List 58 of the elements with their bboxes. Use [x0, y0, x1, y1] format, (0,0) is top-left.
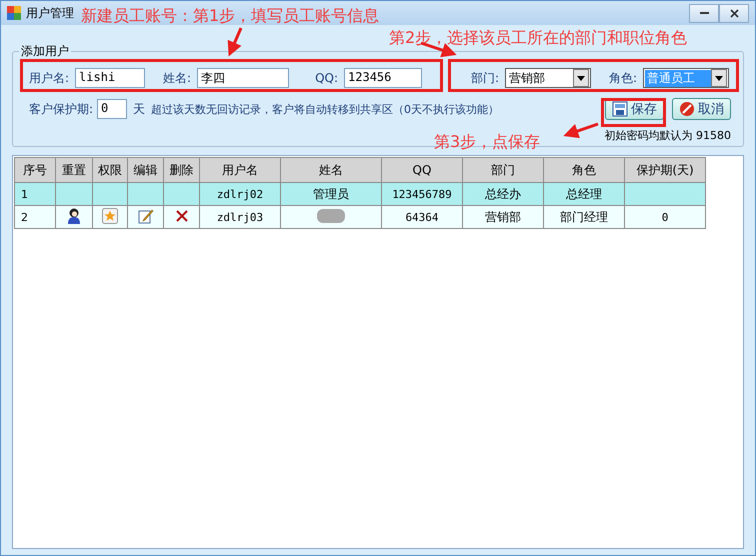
- field-label: 角色:: [609, 70, 638, 86]
- column-header[interactable]: 权限: [92, 158, 128, 182]
- table-row[interactable]: 1 zdlrj02 管理员 123456789 总经办 总经理: [14, 182, 706, 206]
- input-field[interactable]: 123456: [344, 68, 422, 88]
- close-button[interactable]: [719, 4, 749, 22]
- input-field[interactable]: 0: [97, 99, 128, 119]
- unit-label: 天: [133, 100, 146, 118]
- highlight-frame: [601, 98, 666, 127]
- table-cell: 部门经理: [544, 206, 624, 228]
- caret-icon: [577, 76, 586, 80]
- column-header[interactable]: 重置: [56, 158, 92, 182]
- window-title: 用户管理: [26, 4, 74, 22]
- column-header[interactable]: 编辑: [128, 158, 164, 182]
- input-field[interactable]: lishi: [75, 68, 146, 88]
- arrow: [563, 122, 598, 138]
- dropdown[interactable]: 营销部: [505, 68, 592, 88]
- dropdown-value: 普通员工: [645, 70, 712, 86]
- dropdown-value: 营销部: [508, 70, 546, 86]
- input-field[interactable]: 李四: [197, 68, 290, 88]
- app-icon: [7, 6, 21, 20]
- caret-icon: [715, 76, 724, 80]
- table-cell: 0: [624, 206, 706, 228]
- person-icon[interactable]: [67, 208, 81, 224]
- close-icon: [730, 8, 738, 18]
- arrow: [228, 27, 242, 56]
- edit-icon[interactable]: [138, 208, 154, 224]
- annotation: 第3步，点保存: [434, 132, 540, 153]
- column-header[interactable]: 删除: [164, 158, 200, 182]
- save-icon: [612, 101, 628, 117]
- field-label: 姓名:: [163, 70, 192, 86]
- column-header[interactable]: 部门: [462, 158, 544, 182]
- protection-note: 超过该天数无回访记录，客户将自动转移到共享区（0天不执行该功能）: [151, 102, 500, 116]
- delete-icon[interactable]: [174, 208, 188, 222]
- table-cell: 64364: [382, 206, 462, 228]
- column-header[interactable]: 角色: [544, 158, 624, 182]
- group-title: 添加用户: [20, 43, 70, 60]
- column-header[interactable]: QQ: [382, 158, 462, 182]
- column-header[interactable]: 序号: [14, 158, 56, 182]
- column-header[interactable]: 保护期(天): [624, 158, 706, 182]
- table-cell: 2: [14, 206, 56, 228]
- password-note: 初始密码均默认为 91580: [604, 128, 731, 143]
- annotation: 新建员工账号：第1步，填写员工账号信息: [81, 6, 380, 27]
- field-label: QQ:: [315, 71, 338, 85]
- minimize-button[interactable]: [689, 4, 719, 22]
- table-cell: zdlrj03: [200, 206, 280, 228]
- column-header[interactable]: 用户名: [200, 158, 280, 182]
- column-header[interactable]: 姓名: [280, 158, 382, 182]
- field-label: 用户名:: [29, 70, 70, 86]
- minimize-icon: [700, 12, 708, 14]
- dropdown-arrow-button[interactable]: [711, 69, 728, 87]
- table-row[interactable]: 2 zdlrj03 64364 营销部 部门经理 0: [14, 206, 706, 228]
- star-icon[interactable]: [102, 208, 118, 224]
- field-label: 部门:: [471, 70, 500, 86]
- cancel-icon: [679, 101, 695, 117]
- table-cell: 营销部: [462, 206, 544, 228]
- cancel-button[interactable]: 取消: [672, 98, 731, 120]
- dropdown-arrow-button[interactable]: [573, 69, 590, 87]
- field-label: 客户保护期:: [29, 100, 94, 118]
